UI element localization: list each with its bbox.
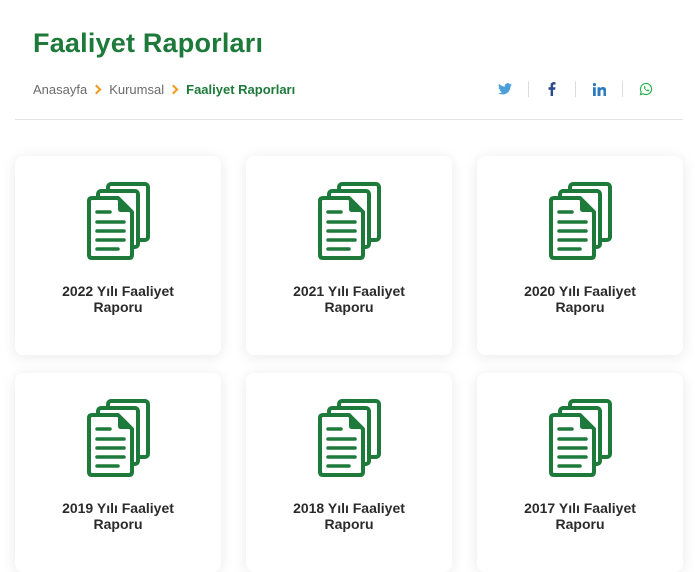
documents-icon bbox=[549, 399, 612, 477]
chevron-right-icon bbox=[168, 84, 179, 95]
whatsapp-icon[interactable] bbox=[637, 80, 655, 98]
reports-grid: 2022 Yılı Faaliyet Raporu 2021 Yılı Faal… bbox=[15, 156, 683, 572]
share-divider bbox=[528, 81, 529, 97]
documents-icon bbox=[87, 182, 150, 260]
share-divider bbox=[575, 81, 576, 97]
facebook-icon[interactable] bbox=[543, 80, 561, 98]
report-title: 2021 Yılı Faaliyet Raporu bbox=[293, 283, 405, 315]
breadcrumb-current: Faaliyet Raporları bbox=[186, 82, 296, 97]
documents-icon bbox=[318, 399, 381, 477]
twitter-icon[interactable] bbox=[496, 80, 514, 98]
report-title: 2017 Yılı Faaliyet Raporu bbox=[524, 500, 636, 532]
report-card-2022[interactable]: 2022 Yılı Faaliyet Raporu bbox=[15, 156, 221, 355]
report-title: 2022 Yılı Faaliyet Raporu bbox=[62, 283, 174, 315]
report-card-2018[interactable]: 2018 Yılı Faaliyet Raporu bbox=[246, 373, 452, 572]
documents-icon bbox=[87, 399, 150, 477]
report-title: 2019 Yılı Faaliyet Raporu bbox=[62, 500, 174, 532]
chevron-right-icon bbox=[91, 84, 102, 95]
social-share bbox=[496, 80, 655, 98]
linkedin-icon[interactable] bbox=[590, 80, 608, 98]
report-card-2020[interactable]: 2020 Yılı Faaliyet Raporu bbox=[477, 156, 683, 355]
breadcrumb: Anasayfa Kurumsal Faaliyet Raporları bbox=[33, 82, 295, 97]
header-divider bbox=[15, 119, 683, 120]
documents-icon bbox=[549, 182, 612, 260]
report-card-2021[interactable]: 2021 Yılı Faaliyet Raporu bbox=[246, 156, 452, 355]
breadcrumb-kurumsal[interactable]: Kurumsal bbox=[109, 82, 164, 97]
report-card-2019[interactable]: 2019 Yılı Faaliyet Raporu bbox=[15, 373, 221, 572]
breadcrumb-home[interactable]: Anasayfa bbox=[33, 82, 87, 97]
documents-icon bbox=[318, 182, 381, 260]
share-divider bbox=[622, 81, 623, 97]
page-title: Faaliyet Raporları bbox=[33, 28, 264, 58]
report-title: 2018 Yılı Faaliyet Raporu bbox=[293, 500, 405, 532]
report-title: 2020 Yılı Faaliyet Raporu bbox=[524, 283, 636, 315]
report-card-2017[interactable]: 2017 Yılı Faaliyet Raporu bbox=[477, 373, 683, 572]
